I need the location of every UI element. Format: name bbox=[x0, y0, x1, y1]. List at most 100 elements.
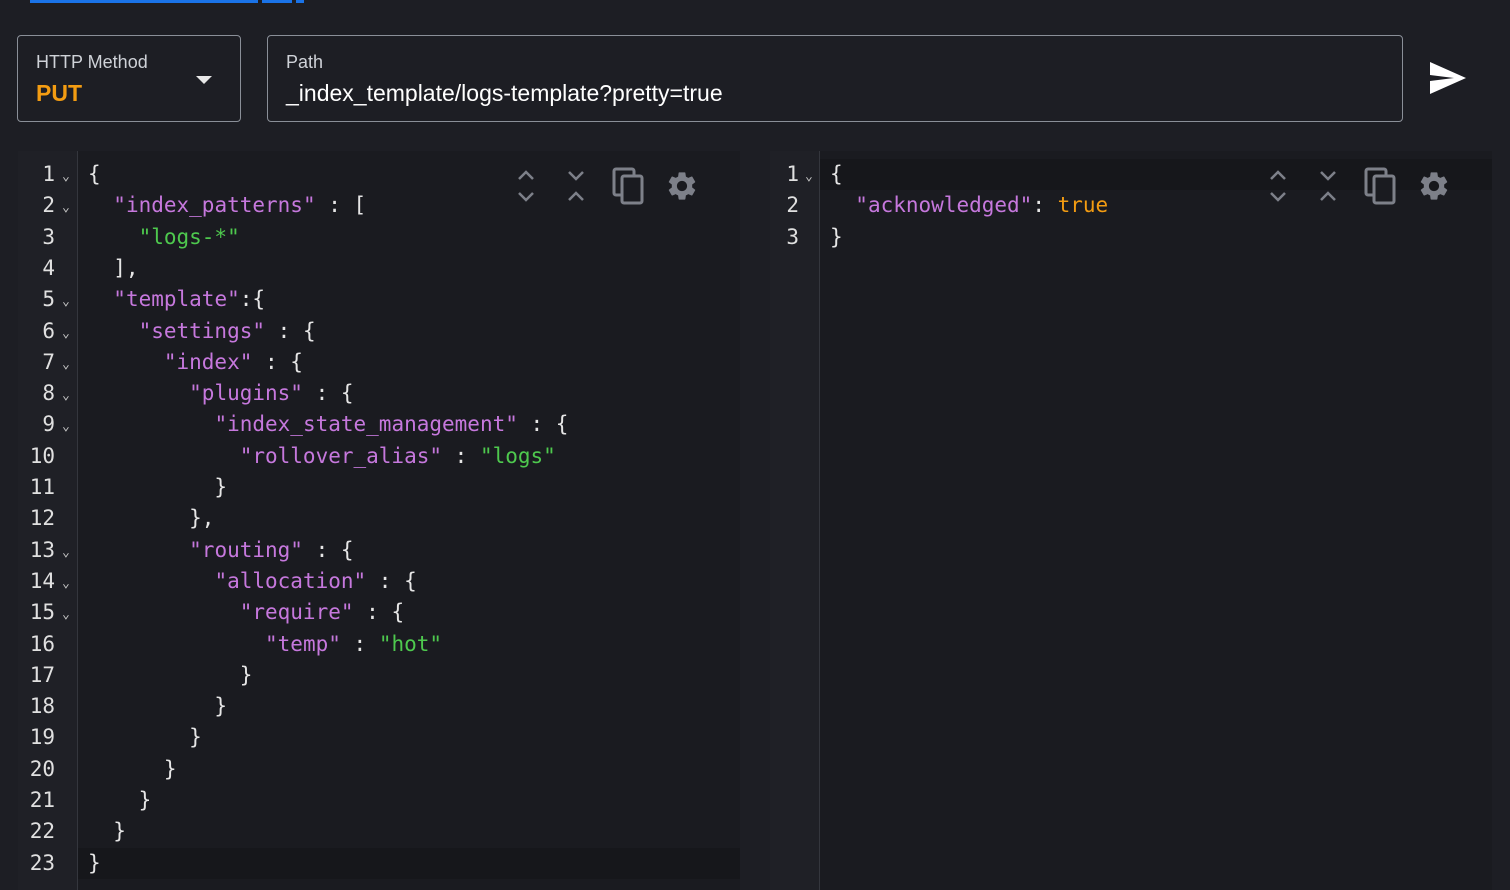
code-line[interactable]: "routing" : { bbox=[78, 535, 740, 566]
copy-button[interactable] bbox=[611, 166, 647, 206]
fold-chevron-icon[interactable]: ⌄ bbox=[62, 190, 70, 221]
http-method-select[interactable]: HTTP Method PUT bbox=[17, 35, 241, 122]
fold-chevron-icon[interactable]: ⌄ bbox=[62, 316, 70, 347]
collapse-all-icon bbox=[568, 171, 584, 201]
code-line[interactable]: "index_state_management" : { bbox=[78, 409, 740, 440]
code-line-text: "settings" : { bbox=[78, 319, 316, 343]
json-punctuation bbox=[88, 538, 189, 562]
code-line-text: "acknowledged": true bbox=[820, 193, 1108, 217]
json-punctuation: } bbox=[88, 475, 228, 499]
expand-all-button[interactable] bbox=[508, 166, 544, 206]
fold-chevron-icon[interactable]: ⌄ bbox=[62, 378, 70, 409]
code-area[interactable]: { "index_patterns" : [ "logs-*" ], "temp… bbox=[78, 151, 740, 890]
settings-button[interactable] bbox=[664, 166, 700, 206]
fold-chevron-icon[interactable]: ⌄ bbox=[805, 159, 813, 190]
json-punctuation: } bbox=[88, 819, 126, 844]
code-line-text: { bbox=[820, 162, 843, 186]
code-line[interactable]: } bbox=[78, 754, 740, 785]
fold-chevron-icon[interactable]: ⌄ bbox=[62, 159, 70, 190]
json-punctuation bbox=[88, 569, 214, 593]
http-method-label: HTTP Method bbox=[36, 52, 148, 72]
code-line[interactable]: "require" : { bbox=[78, 597, 740, 628]
json-punctuation: : { bbox=[302, 381, 354, 406]
code-line-text: "routing" : { bbox=[78, 537, 354, 562]
settings-button[interactable] bbox=[1416, 166, 1452, 206]
json-punctuation bbox=[88, 350, 164, 374]
collapse-all-button[interactable] bbox=[1310, 166, 1346, 206]
expand-all-icon bbox=[518, 170, 534, 202]
code-line[interactable]: "rollover_alias" : "logs" bbox=[78, 441, 740, 472]
line-number: 15 bbox=[29, 600, 55, 625]
json-punctuation bbox=[88, 225, 139, 249]
code-line[interactable]: } bbox=[78, 722, 740, 753]
code-line[interactable]: } bbox=[820, 222, 1492, 253]
line-number: 22 bbox=[29, 819, 55, 844]
chevron-down-icon[interactable] bbox=[196, 76, 212, 84]
code-line-text: "index_patterns" : [ bbox=[78, 193, 366, 217]
json-string: "hot" bbox=[378, 631, 443, 656]
json-punctuation bbox=[88, 381, 189, 405]
fold-chevron-icon[interactable]: ⌄ bbox=[62, 566, 70, 597]
line-number: 16 bbox=[29, 631, 55, 656]
collapse-all-icon bbox=[1320, 171, 1336, 201]
json-punctuation: } bbox=[88, 788, 152, 812]
json-punctuation: :{ bbox=[239, 287, 266, 312]
code-line[interactable]: "allocation" : { bbox=[78, 566, 740, 597]
json-key: "routing" bbox=[189, 537, 303, 562]
expand-all-button[interactable] bbox=[1260, 166, 1296, 206]
code-line[interactable]: } bbox=[78, 472, 740, 503]
code-line[interactable]: "plugins" : { bbox=[78, 378, 740, 409]
json-string: "logs" bbox=[479, 443, 556, 468]
json-punctuation: : { bbox=[302, 537, 354, 562]
code-line[interactable]: } bbox=[78, 816, 740, 847]
code-line-text: } bbox=[78, 475, 227, 499]
code-line[interactable]: } bbox=[78, 785, 740, 816]
code-line[interactable]: ], bbox=[78, 253, 740, 284]
line-number: 23 bbox=[29, 850, 55, 875]
code-line[interactable]: }, bbox=[78, 503, 740, 534]
code-area[interactable]: { "acknowledged": true} bbox=[820, 151, 1492, 890]
line-number: 3 bbox=[786, 224, 799, 249]
line-number: 13 bbox=[29, 537, 55, 562]
json-punctuation bbox=[830, 193, 855, 217]
send-button[interactable] bbox=[1428, 60, 1468, 96]
json-punctuation: } bbox=[88, 725, 202, 750]
json-key: "index" bbox=[163, 349, 253, 374]
fold-chevron-icon[interactable]: ⌄ bbox=[62, 347, 70, 378]
code-line[interactable]: "logs-*" bbox=[78, 222, 740, 253]
fold-chevron-icon[interactable]: ⌄ bbox=[62, 284, 70, 315]
request-body-editor[interactable]: 1 ⌄ 2 ⌄ 3 4 5 ⌄ 6 ⌄ 7 ⌄ 8 ⌄ 9 ⌄ 10 11 12 13 ⌄ 14 ⌄ 15 ⌄ 16 17 18 19 2… bbox=[18, 151, 740, 890]
code-line[interactable]: } bbox=[78, 848, 740, 879]
path-value[interactable]: _index_template/logs-template?pretty=tru… bbox=[286, 80, 723, 107]
json-key: "rollover_alias" bbox=[239, 443, 443, 468]
code-line[interactable]: "index" : { bbox=[78, 347, 740, 378]
fold-chevron-icon[interactable]: ⌄ bbox=[62, 535, 70, 566]
json-punctuation: } bbox=[88, 756, 177, 781]
code-line[interactable]: "settings" : { bbox=[78, 316, 740, 347]
json-punctuation bbox=[88, 287, 113, 311]
line-number: 6 bbox=[42, 318, 55, 343]
code-line-text: "plugins" : { bbox=[78, 381, 354, 406]
line-number-gutter: 1 ⌄ 2 3 bbox=[770, 151, 820, 890]
copy-icon bbox=[612, 167, 644, 205]
fold-chevron-icon[interactable]: ⌄ bbox=[62, 597, 70, 628]
line-number: 2 bbox=[42, 193, 55, 218]
code-line[interactable]: "template":{ bbox=[78, 284, 740, 315]
json-punctuation: : bbox=[442, 443, 480, 468]
json-punctuation: ], bbox=[88, 255, 139, 280]
json-punctuation: } bbox=[88, 850, 101, 875]
response-body-viewer[interactable]: 1 ⌄ 2 3 { "acknowledged": true} bbox=[770, 151, 1492, 890]
code-line[interactable]: "temp" : "hot" bbox=[78, 629, 740, 660]
path-input[interactable]: Path _index_template/logs-template?prett… bbox=[267, 35, 1403, 122]
fold-chevron-icon[interactable]: ⌄ bbox=[62, 409, 70, 440]
json-key: "temp" bbox=[265, 631, 341, 656]
code-line[interactable]: } bbox=[78, 691, 740, 722]
code-line[interactable]: } bbox=[78, 660, 740, 691]
json-key: "allocation" bbox=[214, 568, 367, 593]
json-key: "settings" bbox=[138, 318, 266, 343]
json-punctuation: { bbox=[830, 162, 843, 186]
line-number: 1 bbox=[42, 162, 55, 186]
collapse-all-button[interactable] bbox=[558, 166, 594, 206]
copy-button[interactable] bbox=[1363, 166, 1399, 206]
line-number: 4 bbox=[42, 255, 55, 280]
